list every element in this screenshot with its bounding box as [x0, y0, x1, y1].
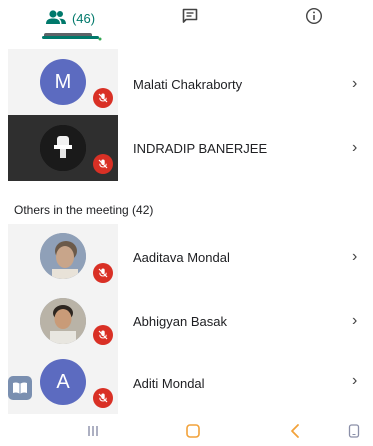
chevron-right-icon[interactable]: ›	[352, 248, 357, 266]
chevron-right-icon[interactable]: ›	[352, 139, 357, 157]
chevron-right-icon[interactable]: ›	[352, 372, 357, 390]
people-icon	[45, 9, 67, 28]
participant-name: Malati Chakraborty	[133, 77, 243, 92]
chevron-right-icon[interactable]: ›	[352, 75, 357, 93]
avatar-letter: M	[54, 70, 72, 93]
participant-row-abhigyan[interactable]: Abhigyan Basak ›	[0, 290, 373, 352]
people-count: (46)	[71, 10, 96, 26]
avatar: A	[40, 359, 86, 405]
mic-off-icon	[93, 154, 113, 174]
system-nav-bar	[0, 416, 373, 446]
participant-row-malati[interactable]: M Malati Chakraborty ›	[0, 49, 373, 115]
home-icon[interactable]	[182, 420, 204, 442]
tab-bar: (46)	[0, 0, 373, 41]
recents-icon[interactable]	[82, 420, 104, 442]
avatar	[40, 233, 86, 279]
mic-off-icon	[93, 263, 113, 283]
participant-name: INDRADIP BANERJEE	[133, 141, 268, 156]
mic-off-icon	[93, 325, 113, 345]
mic-off-icon	[93, 88, 113, 108]
back-icon[interactable]	[284, 420, 306, 442]
tab-chat[interactable]	[175, 0, 205, 36]
participant-name: Aditi Mondal	[133, 376, 205, 391]
participant-name: Abhigyan Basak	[133, 314, 227, 329]
avatar: M	[40, 59, 86, 105]
chat-icon	[181, 7, 199, 30]
participant-row-aditi[interactable]: A Aditi Mondal ›	[0, 352, 373, 414]
participants-screen: (46) M Malati Chakraborty › INDRADIP BAN…	[0, 0, 373, 446]
chevron-right-icon[interactable]: ›	[352, 312, 357, 330]
participant-row-indradip[interactable]: INDRADIP BANERJEE ›	[0, 115, 373, 181]
active-tab-indicator	[42, 36, 99, 39]
avatar-letter: A	[56, 370, 70, 393]
mic-off-icon	[93, 388, 113, 408]
section-title: Others in the meeting (42)	[14, 203, 154, 217]
tab-info[interactable]	[300, 0, 328, 36]
info-icon	[305, 7, 323, 30]
book-shortcut-icon[interactable]	[8, 376, 32, 400]
avatar	[40, 125, 86, 171]
participant-name: Aaditava Mondal	[133, 250, 230, 265]
screen-icon[interactable]	[343, 420, 365, 442]
avatar	[40, 298, 86, 344]
participant-row-aaditava[interactable]: Aaditava Mondal ›	[0, 224, 373, 290]
